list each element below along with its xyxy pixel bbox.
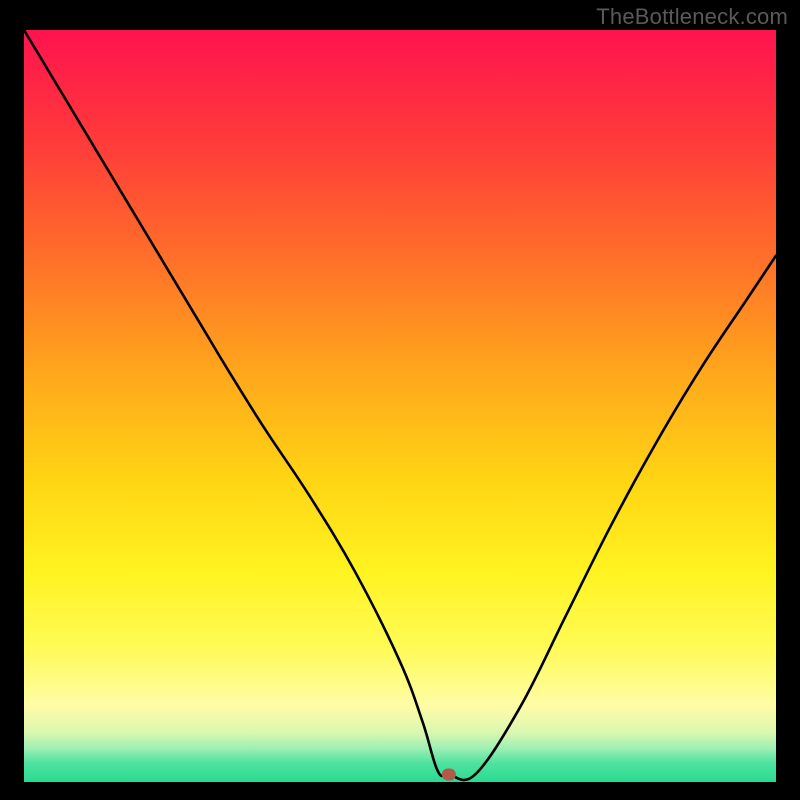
gradient-rect xyxy=(24,30,776,782)
plot-area xyxy=(24,30,776,782)
optimum-marker xyxy=(442,768,456,780)
chart-frame: TheBottleneck.com xyxy=(0,0,800,800)
watermark-text: TheBottleneck.com xyxy=(596,4,788,30)
bottleneck-chart xyxy=(24,30,776,782)
